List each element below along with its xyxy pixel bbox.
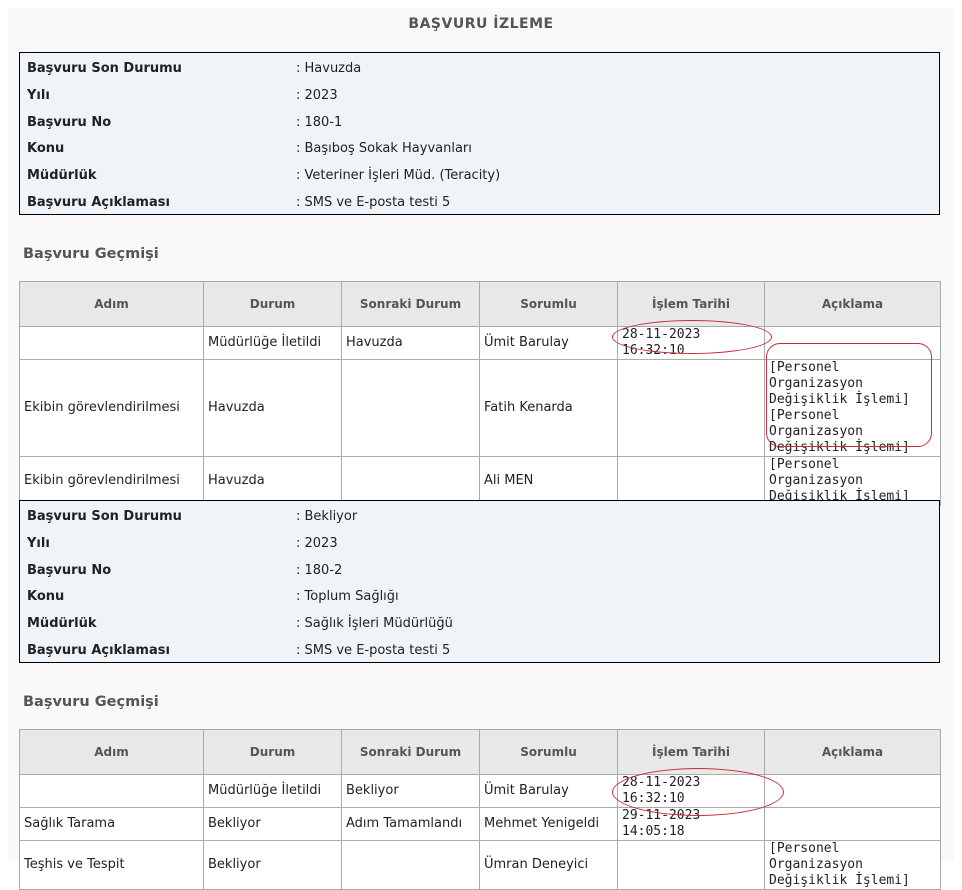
cell-note	[764, 774, 941, 808]
number-value: : 180-2	[296, 562, 343, 578]
col-header-state: Durum	[203, 729, 342, 775]
subject-row: Konu : Toplum Sağlığı	[20, 584, 939, 611]
status-label: Başvuru Son Durumu	[27, 509, 182, 524]
description-row: Başvuru Açıklaması : SMS ve E-posta test…	[20, 638, 939, 665]
history-heading: Başvuru Geçmişi	[23, 694, 159, 710]
number-label: Başvuru No	[27, 114, 112, 130]
history-table: Adım Durum Sonraki Durum Sorumlu İşlem T…	[19, 729, 941, 890]
number-row: Başvuru No : 180-1	[20, 110, 939, 137]
cell-owner: Ümit Barulay	[479, 326, 618, 360]
subject-row: Konu : Başıboş Sokak Hayvanları	[20, 136, 939, 163]
cell-step	[19, 326, 204, 360]
year-value: : 2023	[296, 87, 338, 103]
directorate-label: Müdürlük	[27, 168, 97, 184]
cell-owner: Ümit Barulay	[479, 774, 618, 808]
description-row: Başvuru Açıklaması : SMS ve E-posta test…	[20, 190, 939, 217]
cell-next-state: Adım Tamamlandı	[341, 807, 480, 841]
col-header-next-state: Sonraki Durum	[341, 729, 480, 775]
cell-date: 28-11-2023 16:32:10	[617, 326, 765, 360]
cell-next-state	[341, 840, 480, 890]
cell-note: [Personel Organizasyon Değişiklik İşlemi…	[764, 456, 941, 506]
number-label: Başvuru No	[27, 562, 112, 578]
status-row: Başvuru Son Durumu : Havuzda	[20, 56, 939, 83]
col-header-note: Açıklama	[764, 281, 941, 327]
subject-label: Konu	[27, 589, 65, 605]
table-row: Ekibin görevlendirilmesi Havuzda Ali MEN…	[19, 456, 941, 506]
directorate-value: : Veteriner İşleri Müd. (Teracity)	[296, 168, 501, 184]
cell-note	[764, 326, 941, 360]
cell-next-state	[341, 456, 480, 506]
col-header-owner: Sorumlu	[479, 281, 618, 327]
col-header-state: Durum	[203, 281, 342, 327]
cell-next-state: Bekliyor	[341, 774, 480, 808]
col-header-step: Adım	[19, 729, 204, 775]
cell-note	[764, 807, 941, 841]
year-row: Yılı : 2023	[20, 83, 939, 110]
cell-owner: Mehmet Yenigeldi	[479, 807, 618, 841]
cell-owner: Ali MEN	[479, 456, 618, 506]
cell-date: 28-11-2023 16:32:10	[617, 774, 765, 808]
cell-state: Havuzda	[203, 359, 342, 457]
application-summary: Başvuru Son Durumu : Havuzda Yılı : 2023…	[19, 52, 940, 215]
table-row: Teşhis ve Tespit Bekliyor Ümran Deneyici…	[19, 840, 941, 890]
number-row: Başvuru No : 180-2	[20, 558, 939, 585]
col-header-step: Adım	[19, 281, 204, 327]
cell-state: Müdürlüğe İletildi	[203, 774, 342, 808]
year-label: Yılı	[27, 535, 50, 551]
table-row: Müdürlüğe İletildi Bekliyor Ümit Barulay…	[19, 774, 941, 808]
col-header-date: İşlem Tarihi	[617, 729, 765, 775]
directorate-value: : Sağlık İşleri Müdürlüğü	[296, 616, 453, 632]
table-row: Sağlık Tarama Bekliyor Adım Tamamlandı M…	[19, 807, 941, 841]
col-header-owner: Sorumlu	[479, 729, 618, 775]
cell-state: Bekliyor	[203, 840, 342, 890]
subject-value: : Başıboş Sokak Hayvanları	[296, 141, 472, 157]
subject-value: : Toplum Sağlığı	[296, 589, 399, 605]
description-label: Başvuru Açıklaması	[27, 194, 170, 210]
application-summary: Başvuru Son Durumu : Bekliyor Yılı : 202…	[19, 500, 940, 663]
table-row: Ekibin görevlendirilmesi Havuzda Fatih K…	[19, 359, 941, 457]
cell-date: 29-11-2023 14:05:18	[617, 807, 765, 841]
cell-state: Müdürlüğe İletildi	[203, 326, 342, 360]
year-label: Yılı	[27, 87, 50, 103]
cell-step: Ekibin görevlendirilmesi	[19, 456, 204, 506]
subject-label: Konu	[27, 141, 65, 157]
page-title: BAŞVURU İZLEME	[408, 16, 554, 32]
cell-next-state: Havuzda	[341, 326, 480, 360]
cell-state: Havuzda	[203, 456, 342, 506]
history-heading: Başvuru Geçmişi	[23, 246, 159, 262]
col-header-next-state: Sonraki Durum	[341, 281, 480, 327]
cell-note: [Personel Organizasyon Değişiklik İşlemi…	[764, 840, 941, 890]
history-table: Adım Durum Sonraki Durum Sorumlu İşlem T…	[19, 281, 941, 506]
status-value: : Bekliyor	[296, 509, 358, 524]
cell-next-state	[341, 359, 480, 457]
cell-date	[617, 456, 765, 506]
cell-date	[617, 840, 765, 890]
number-value: : 180-1	[296, 114, 343, 130]
description-label: Başvuru Açıklaması	[27, 642, 170, 658]
description-value: : SMS ve E-posta testi 5	[296, 194, 451, 210]
directorate-label: Müdürlük	[27, 616, 97, 632]
status-value: : Havuzda	[296, 61, 362, 76]
cell-step: Sağlık Tarama	[19, 807, 204, 841]
table-header-row: Adım Durum Sonraki Durum Sorumlu İşlem T…	[19, 729, 941, 775]
status-label: Başvuru Son Durumu	[27, 61, 182, 76]
col-header-date: İşlem Tarihi	[617, 281, 765, 327]
directorate-row: Müdürlük : Veteriner İşleri Müd. (Teraci…	[20, 163, 939, 190]
cell-owner: Fatih Kenarda	[479, 359, 618, 457]
col-header-note: Açıklama	[764, 729, 941, 775]
cell-state: Bekliyor	[203, 807, 342, 841]
directorate-row: Müdürlük : Sağlık İşleri Müdürlüğü	[20, 611, 939, 638]
year-value: : 2023	[296, 535, 338, 551]
status-row: Başvuru Son Durumu : Bekliyor	[20, 504, 939, 531]
cell-note: [Personel Organizasyon Değişiklik İşlemi…	[764, 359, 941, 457]
table-header-row: Adım Durum Sonraki Durum Sorumlu İşlem T…	[19, 281, 941, 327]
cell-owner: Ümran Deneyici	[479, 840, 618, 890]
cell-date	[617, 359, 765, 457]
description-value: : SMS ve E-posta testi 5	[296, 642, 451, 658]
cell-step	[19, 774, 204, 808]
cell-step: Teşhis ve Tespit	[19, 840, 204, 890]
table-row: Müdürlüğe İletildi Havuzda Ümit Barulay …	[19, 326, 941, 360]
year-row: Yılı : 2023	[20, 531, 939, 558]
cell-step: Ekibin görevlendirilmesi	[19, 359, 204, 457]
